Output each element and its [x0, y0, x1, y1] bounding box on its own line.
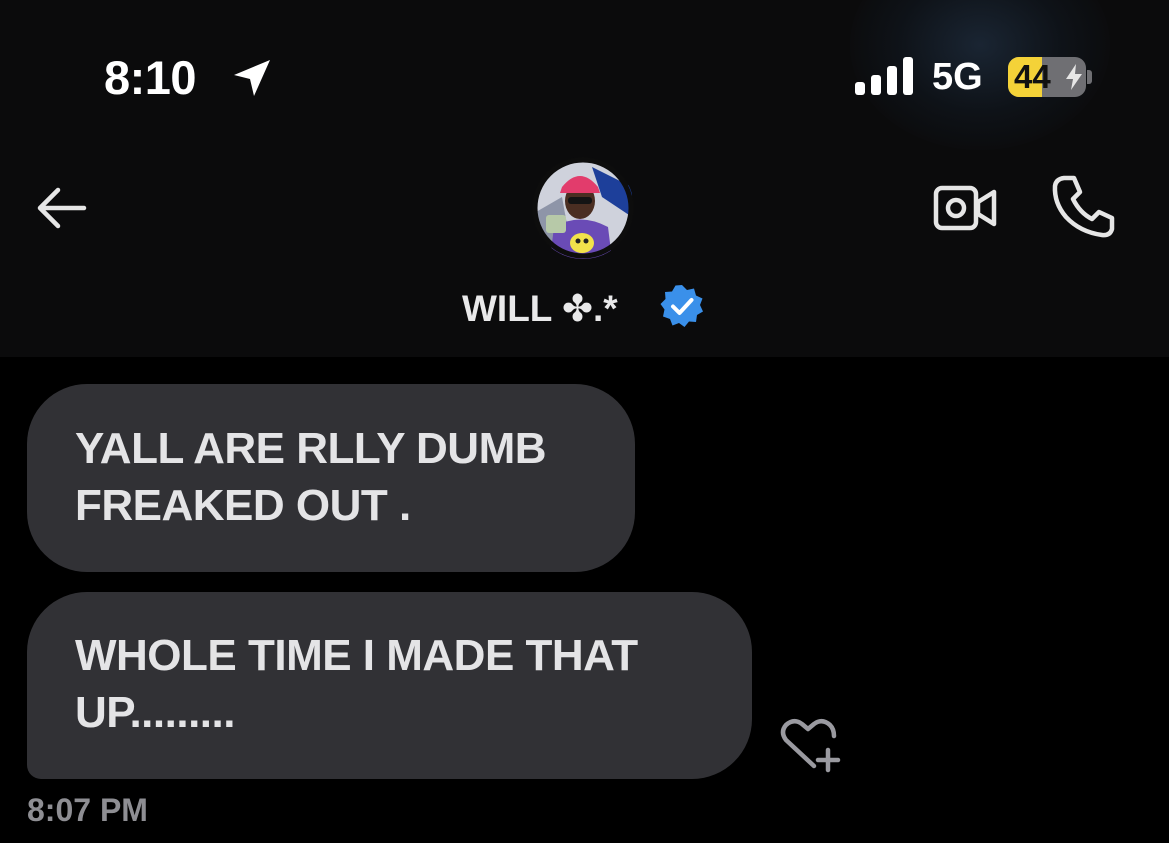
- back-arrow-icon[interactable]: [30, 180, 90, 236]
- battery-percent: 44: [1014, 58, 1051, 95]
- contact-name[interactable]: WILL ✤.*: [462, 286, 618, 332]
- phone-icon[interactable]: [1050, 172, 1116, 240]
- avatar-image: [532, 157, 634, 259]
- battery-indicator: 44: [1008, 57, 1086, 97]
- message-bubble[interactable]: WHOLE TIME I MADE THAT UP.........: [27, 592, 752, 779]
- message-text: YALL ARE RLLY DUMB FREAKED OUT .: [75, 424, 547, 530]
- charging-bolt-icon: [1066, 64, 1082, 90]
- heart-plus-icon[interactable]: [778, 716, 846, 774]
- video-camera-icon[interactable]: [930, 180, 1000, 236]
- message-bubble[interactable]: YALL ARE RLLY DUMB FREAKED OUT .: [27, 384, 635, 572]
- conversation-header: 8:10 5G 44 WILL ✤.*: [0, 0, 1169, 357]
- network-type: 5G: [932, 56, 983, 98]
- contact-avatar[interactable]: [532, 157, 634, 259]
- message-text: WHOLE TIME I MADE THAT UP.........: [75, 631, 638, 737]
- verified-badge-icon: [660, 285, 703, 327]
- status-bar-time: 8:10: [104, 51, 197, 104]
- battery-nub: [1087, 70, 1092, 84]
- message-timestamp: 8:07 PM: [27, 792, 148, 828]
- cellular-signal-icon: [855, 57, 913, 95]
- location-arrow-icon: [234, 60, 270, 96]
